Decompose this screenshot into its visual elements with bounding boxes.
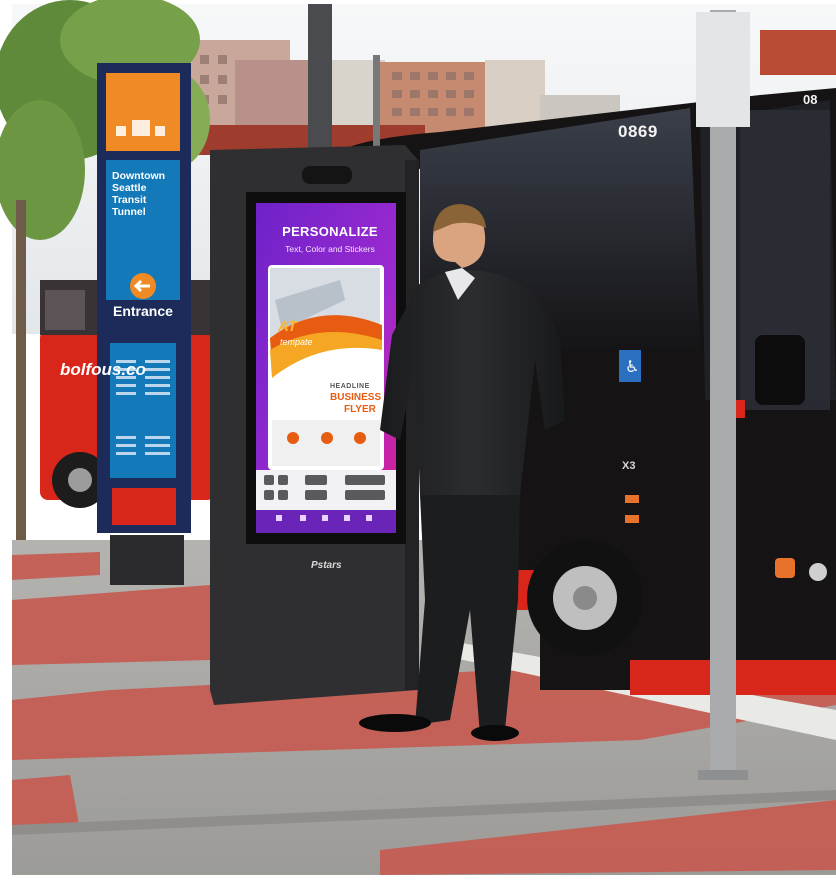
bus-model-badge: X3 [622, 460, 636, 472]
bus-fleet-number-partial: 08 [803, 92, 818, 107]
flyer-flyer-text: FLYER [344, 404, 376, 415]
red-bus-brand: bolfous.co [60, 360, 146, 379]
flyer-at-text: AT [278, 318, 297, 335]
kiosk-street-scene: ♿ Downtown Seattle Transit Tunnel Entran… [0, 0, 836, 881]
transit-sign [97, 63, 191, 585]
svg-text:♿: ♿ [625, 357, 639, 376]
sign-station-name: Downtown Seattle Transit Tunnel [112, 170, 166, 218]
sign-entrance-label: Entrance [113, 303, 173, 319]
flyer-headline-text: HEADLINE [330, 383, 370, 390]
kiosk-screen-subline: Text, Color and Stickers [285, 244, 375, 254]
flyer-business-text: BUSINESS [330, 392, 382, 403]
kiosk-brand-logo: Pstars [311, 560, 342, 571]
bus-fleet-number: 0869 [618, 122, 658, 141]
street-pole [308, 4, 332, 162]
scene-background: ♿ [0, 0, 836, 875]
kiosk-screen-headline: PERSONALIZE [282, 224, 378, 239]
flyer-template-text: tempate [280, 337, 313, 347]
